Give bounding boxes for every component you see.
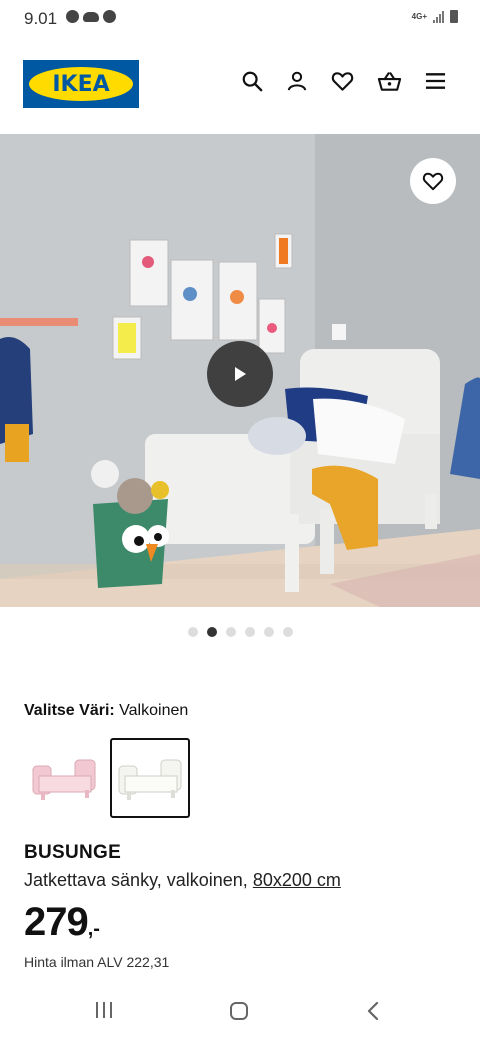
- home-button[interactable]: [230, 1002, 248, 1020]
- color-label-prefix: Valitse Väri:: [24, 702, 115, 719]
- logo-oval: IKEA: [29, 67, 133, 101]
- heart-icon: [422, 172, 444, 191]
- back-button[interactable]: [366, 1000, 380, 1022]
- price-integer: 279: [24, 900, 89, 944]
- play-icon: [235, 367, 246, 381]
- ikea-logo[interactable]: IKEA: [23, 60, 139, 108]
- product-description: Jatkettava sänky, valkoinen, 80x200 cm: [24, 870, 341, 891]
- color-option-pink[interactable]: [24, 738, 104, 818]
- status-notification-icons: [66, 10, 116, 23]
- network-type: 4G+: [411, 11, 427, 21]
- cloud-icon: [83, 11, 99, 22]
- carousel-indicators: [0, 627, 480, 637]
- carousel-dot[interactable]: [244, 627, 255, 637]
- color-swatches: [24, 738, 190, 818]
- user-icon[interactable]: [286, 70, 308, 92]
- carousel-dot[interactable]: [206, 627, 217, 637]
- heart-icon[interactable]: [331, 70, 354, 92]
- carousel-dot[interactable]: [187, 627, 198, 637]
- signal-icon: [433, 10, 444, 23]
- system-nav-bar: [0, 990, 480, 1040]
- add-to-wishlist-button[interactable]: [410, 158, 456, 204]
- menu-icon[interactable]: [425, 72, 446, 90]
- bed-thumbnail-pink: [32, 759, 96, 800]
- status-system-icons: 4G+: [412, 10, 458, 23]
- logo-text: IKEA: [52, 71, 110, 97]
- product-name: BUSUNGE: [24, 842, 122, 863]
- carousel-dot[interactable]: [282, 627, 293, 637]
- selected-color-value: Valkoinen: [119, 702, 189, 719]
- carousel-dot[interactable]: [263, 627, 274, 637]
- search-icon[interactable]: [241, 70, 263, 92]
- color-selector-label: Valitse Väri: Valkoinen: [24, 702, 188, 720]
- status-bar: 9.01 4G+: [0, 0, 480, 38]
- play-video-button[interactable]: [207, 341, 273, 407]
- price-decimal: ,-: [87, 918, 100, 940]
- site-header: IKEA: [0, 52, 480, 114]
- status-time: 9.01: [24, 9, 58, 28]
- price-without-vat: Hinta ilman ALV 222,31: [24, 954, 170, 970]
- sync-icon: [66, 10, 79, 23]
- product-price: 279 ,-: [24, 900, 100, 945]
- basket-icon[interactable]: [377, 70, 402, 92]
- color-option-white[interactable]: [110, 738, 190, 818]
- nav-status-icon: [103, 10, 116, 23]
- recent-apps-button[interactable]: [96, 1002, 112, 1018]
- carousel-dot[interactable]: [225, 627, 236, 637]
- battery-icon: [450, 10, 458, 23]
- header-icons: [241, 70, 446, 92]
- product-description-text: Jatkettava sänky, valkoinen,: [24, 870, 248, 890]
- product-image-carousel[interactable]: [0, 134, 480, 607]
- bed-thumbnail-white: [118, 759, 182, 800]
- product-size-link[interactable]: 80x200 cm: [253, 870, 341, 890]
